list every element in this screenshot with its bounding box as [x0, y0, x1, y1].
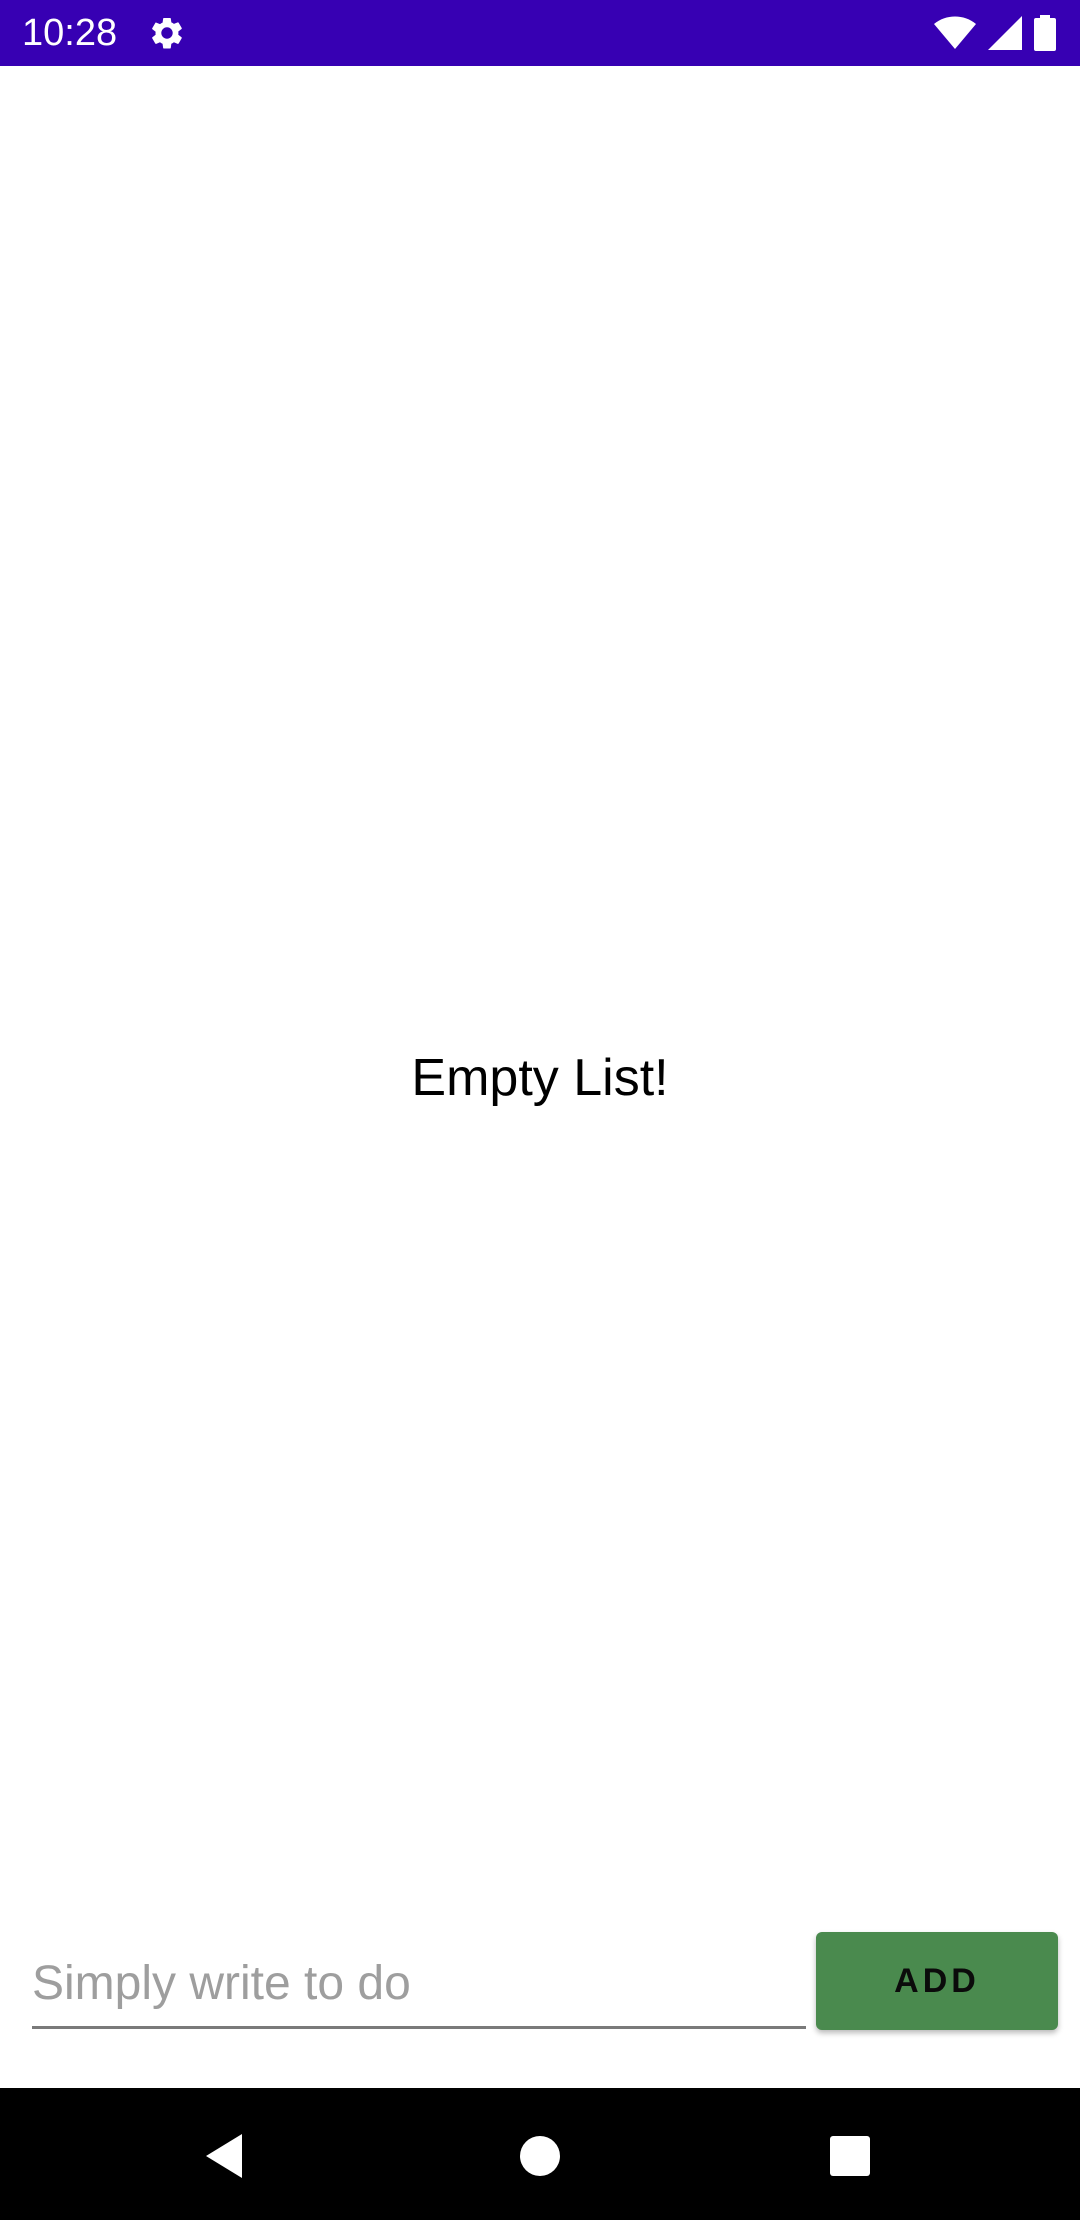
empty-list-message: Empty List!: [411, 1049, 669, 1107]
navigation-bar: [0, 2088, 1080, 2220]
add-button[interactable]: ADD: [816, 1932, 1058, 2030]
status-bar: 10:28: [0, 0, 1080, 66]
battery-icon: [1034, 15, 1056, 51]
todo-input-container: [32, 1940, 806, 2029]
status-time: 10:28: [22, 12, 118, 54]
status-icons: [934, 14, 1056, 52]
recents-icon[interactable]: [822, 2128, 878, 2184]
home-icon[interactable]: [512, 2128, 568, 2184]
wifi-icon: [934, 16, 976, 50]
todo-input[interactable]: [32, 1940, 806, 2026]
app-screen: 10:28 Empty List! Simply write to do ADD: [0, 0, 1080, 2220]
cell-signal-icon: [988, 16, 1022, 50]
back-icon[interactable]: [200, 2128, 256, 2184]
settings-icon: [148, 14, 186, 52]
